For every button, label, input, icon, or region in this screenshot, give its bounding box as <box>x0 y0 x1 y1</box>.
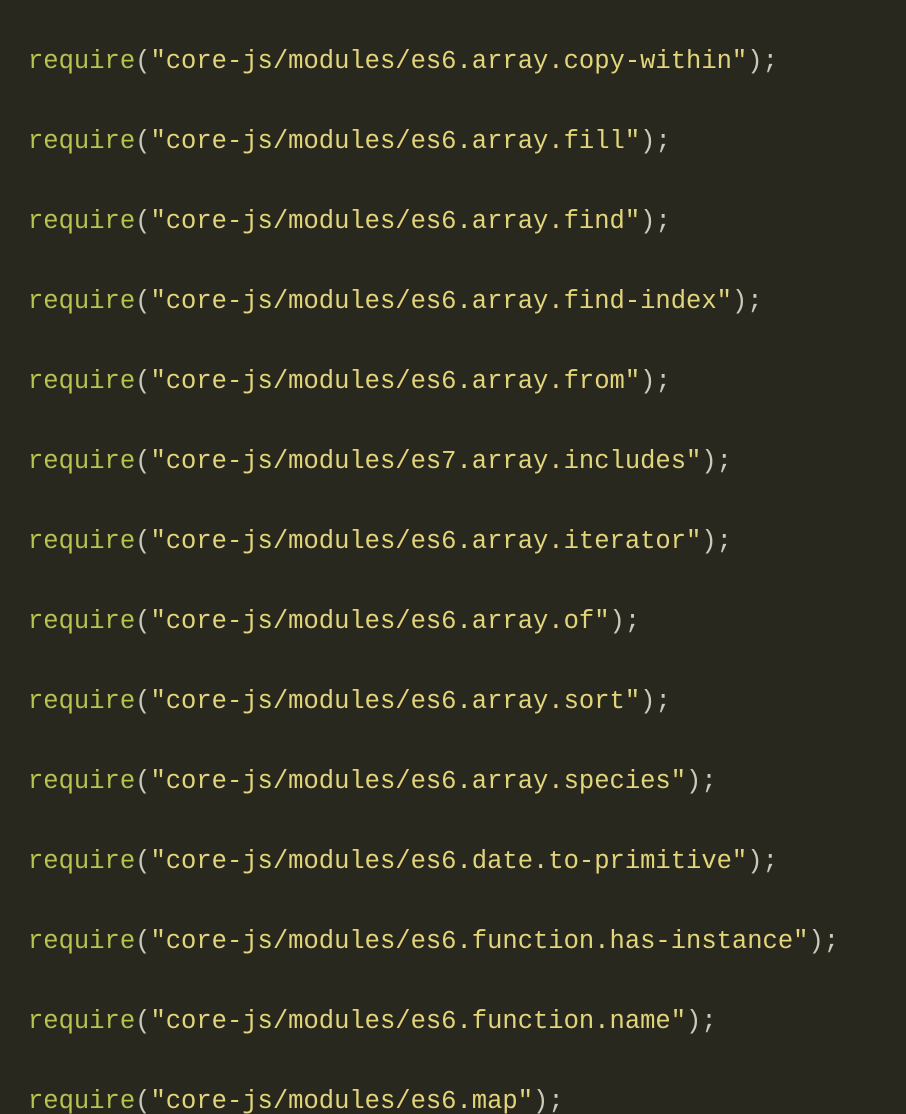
paren-open: ( <box>135 927 150 956</box>
require-keyword: require <box>28 607 135 636</box>
module-string: "core-js/modules/es6.function.name" <box>150 1007 686 1036</box>
paren-open: ( <box>135 207 150 236</box>
module-string: "core-js/modules/es6.array.fill" <box>150 127 640 156</box>
blank-line <box>0 482 906 522</box>
blank-line <box>0 242 906 282</box>
paren-close: ) <box>747 847 762 876</box>
require-keyword: require <box>28 207 135 236</box>
code-line: require("core-js/modules/es6.array.fill"… <box>0 122 906 162</box>
blank-line <box>0 722 906 762</box>
code-line: require("core-js/modules/es6.array.speci… <box>0 762 906 802</box>
semicolon: ; <box>701 767 716 796</box>
semicolon: ; <box>655 127 670 156</box>
require-keyword: require <box>28 927 135 956</box>
paren-open: ( <box>135 287 150 316</box>
paren-open: ( <box>135 527 150 556</box>
blank-line <box>0 962 906 1002</box>
module-string: "core-js/modules/es6.function.has-instan… <box>150 927 808 956</box>
code-line: require("core-js/modules/es6.function.na… <box>0 1002 906 1042</box>
semicolon: ; <box>824 927 839 956</box>
module-string: "core-js/modules/es6.array.copy-within" <box>150 47 747 76</box>
semicolon: ; <box>701 1007 716 1036</box>
paren-open: ( <box>135 687 150 716</box>
paren-open: ( <box>135 1087 150 1114</box>
paren-close: ) <box>640 207 655 236</box>
semicolon: ; <box>717 447 732 476</box>
require-keyword: require <box>28 527 135 556</box>
paren-open: ( <box>135 367 150 396</box>
paren-close: ) <box>732 287 747 316</box>
blank-line <box>0 882 906 922</box>
module-string: "core-js/modules/es7.array.includes" <box>150 447 701 476</box>
require-keyword: require <box>28 447 135 476</box>
semicolon: ; <box>717 527 732 556</box>
blank-line <box>0 802 906 842</box>
code-line: require("core-js/modules/es6.map"); <box>0 1082 906 1114</box>
paren-close: ) <box>640 367 655 396</box>
paren-open: ( <box>135 1007 150 1036</box>
code-line: require("core-js/modules/es7.array.inclu… <box>0 442 906 482</box>
paren-close: ) <box>640 687 655 716</box>
code-line: require("core-js/modules/es6.array.itera… <box>0 522 906 562</box>
code-line: require("core-js/modules/es6.date.to-pri… <box>0 842 906 882</box>
code-block: require("core-js/modules/es6.array.copy-… <box>0 0 906 1114</box>
code-line: require("core-js/modules/es6.array.find-… <box>0 282 906 322</box>
blank-line <box>0 322 906 362</box>
paren-close: ) <box>747 47 762 76</box>
require-keyword: require <box>28 287 135 316</box>
semicolon: ; <box>763 47 778 76</box>
paren-close: ) <box>808 927 823 956</box>
semicolon: ; <box>548 1087 563 1114</box>
paren-open: ( <box>135 127 150 156</box>
paren-open: ( <box>135 607 150 636</box>
code-line: require("core-js/modules/es6.array.from"… <box>0 362 906 402</box>
module-string: "core-js/modules/es6.array.species" <box>150 767 686 796</box>
module-string: "core-js/modules/es6.array.of" <box>150 607 609 636</box>
code-line: require("core-js/modules/es6.array.find"… <box>0 202 906 242</box>
code-line: require("core-js/modules/es6.array.of"); <box>0 602 906 642</box>
require-keyword: require <box>28 127 135 156</box>
module-string: "core-js/modules/es6.array.from" <box>150 367 640 396</box>
blank-line <box>0 562 906 602</box>
code-line: require("core-js/modules/es6.function.ha… <box>0 922 906 962</box>
require-keyword: require <box>28 767 135 796</box>
module-string: "core-js/modules/es6.array.find" <box>150 207 640 236</box>
paren-close: ) <box>701 447 716 476</box>
blank-line <box>0 162 906 202</box>
paren-open: ( <box>135 447 150 476</box>
semicolon: ; <box>655 687 670 716</box>
paren-close: ) <box>610 607 625 636</box>
semicolon: ; <box>763 847 778 876</box>
require-keyword: require <box>28 847 135 876</box>
module-string: "core-js/modules/es6.array.iterator" <box>150 527 701 556</box>
blank-line <box>0 402 906 442</box>
paren-close: ) <box>686 1007 701 1036</box>
blank-line <box>0 642 906 682</box>
require-keyword: require <box>28 1087 135 1114</box>
paren-open: ( <box>135 47 150 76</box>
paren-open: ( <box>135 847 150 876</box>
semicolon: ; <box>747 287 762 316</box>
paren-close: ) <box>701 527 716 556</box>
require-keyword: require <box>28 687 135 716</box>
require-keyword: require <box>28 1007 135 1036</box>
blank-line <box>0 1042 906 1082</box>
semicolon: ; <box>655 207 670 236</box>
module-string: "core-js/modules/es6.date.to-primitive" <box>150 847 747 876</box>
semicolon: ; <box>655 367 670 396</box>
module-string: "core-js/modules/es6.array.sort" <box>150 687 640 716</box>
paren-open: ( <box>135 767 150 796</box>
blank-line <box>0 82 906 122</box>
paren-close: ) <box>686 767 701 796</box>
paren-close: ) <box>640 127 655 156</box>
paren-close: ) <box>533 1087 548 1114</box>
code-line: require("core-js/modules/es6.array.copy-… <box>0 42 906 82</box>
module-string: "core-js/modules/es6.array.find-index" <box>150 287 732 316</box>
module-string: "core-js/modules/es6.map" <box>150 1087 533 1114</box>
code-line: require("core-js/modules/es6.array.sort"… <box>0 682 906 722</box>
require-keyword: require <box>28 367 135 396</box>
semicolon: ; <box>625 607 640 636</box>
require-keyword: require <box>28 47 135 76</box>
